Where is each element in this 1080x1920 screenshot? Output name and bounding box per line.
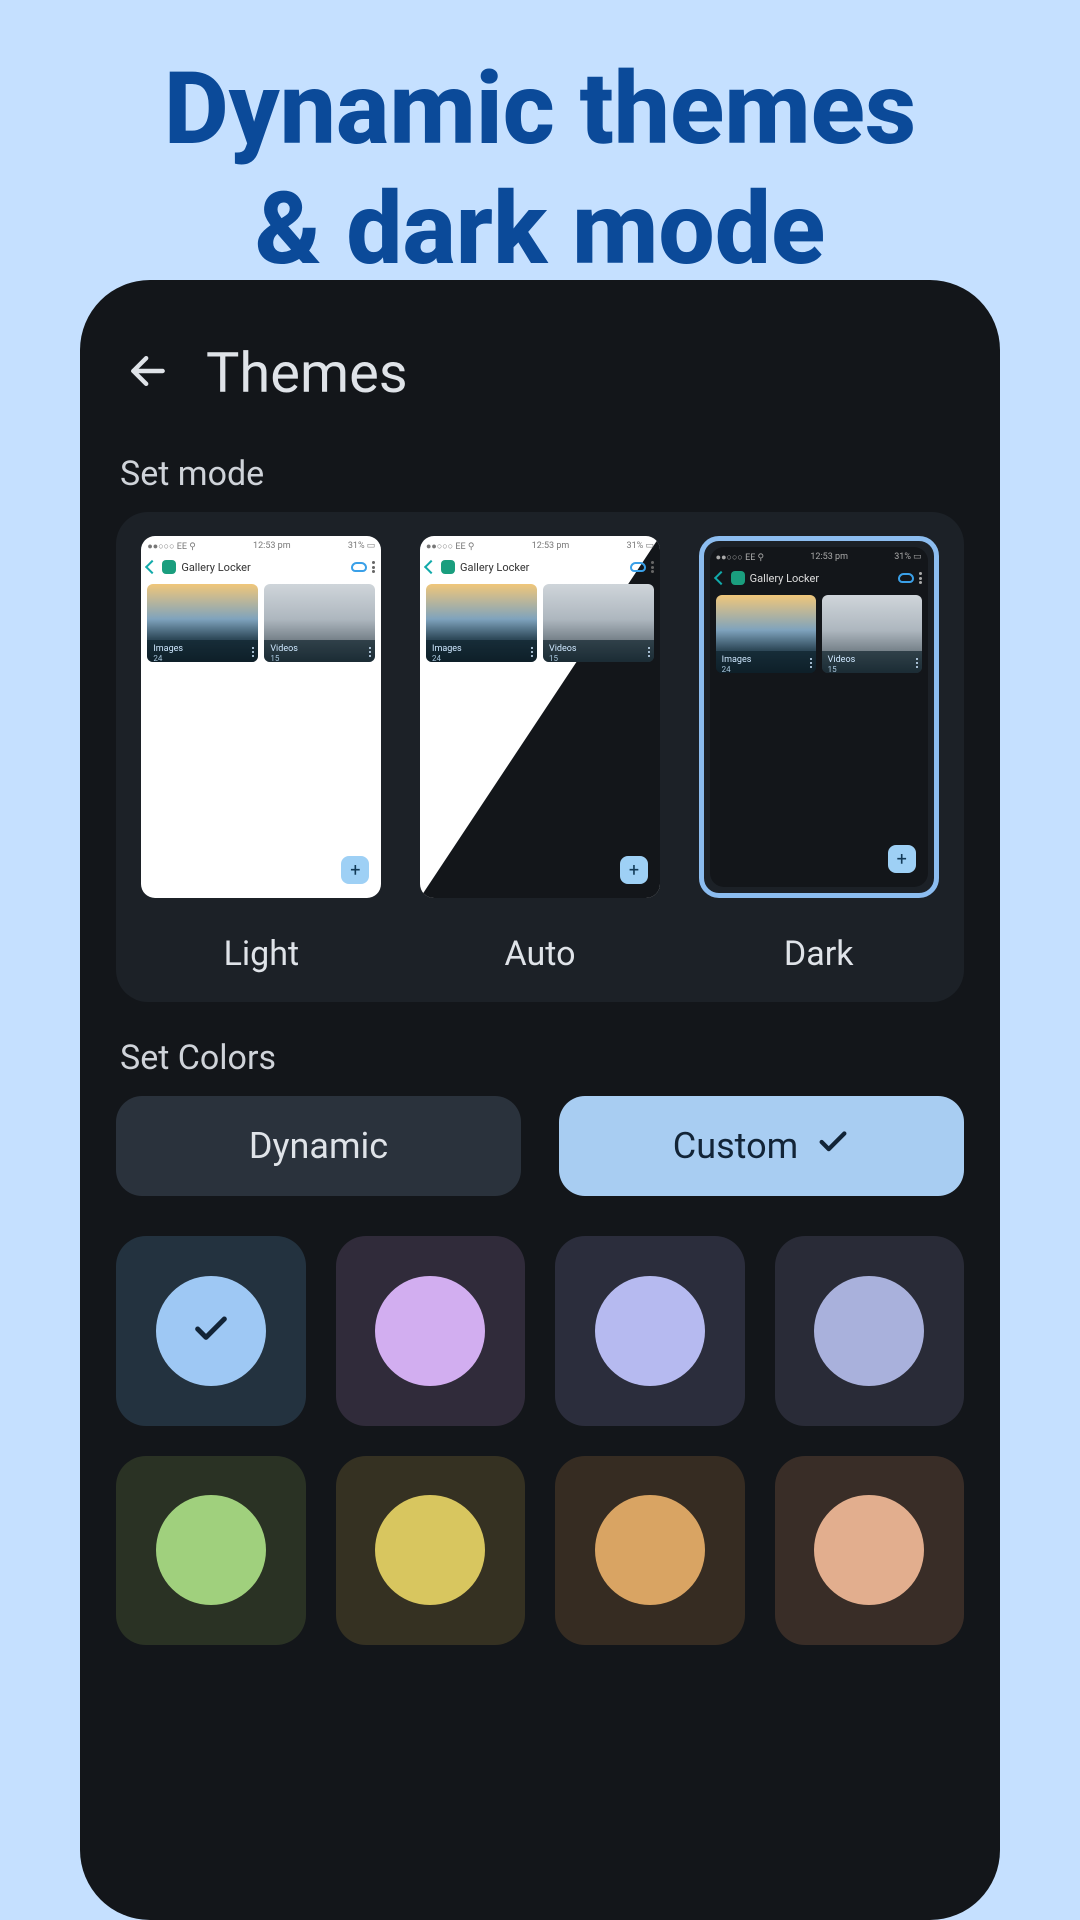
- preview-header: Gallery Locker: [710, 565, 928, 591]
- color-dot-icon: [156, 1495, 266, 1605]
- preview-fab-add-icon: +: [888, 845, 916, 873]
- mode-option-light[interactable]: ●●○○○ EE ⚲ 12:53 pm 31% ▭ Gallery Locker: [134, 536, 389, 974]
- preview-more-icon: [372, 561, 375, 573]
- color-swatch-3[interactable]: [775, 1236, 965, 1426]
- preview-app-title: Gallery Locker: [460, 561, 625, 574]
- color-mode-segmented: Dynamic Custom: [116, 1096, 964, 1196]
- mode-options-row: ●●○○○ EE ⚲ 12:53 pm 31% ▭ Gallery Locker: [134, 536, 946, 974]
- mode-preview-dark: ●●○○○ EE ⚲ 12:53 pm 31% ▭ Gallery Locker: [699, 536, 939, 898]
- mode-option-dark[interactable]: ●●○○○ EE ⚲ 12:53 pm 31% ▭ Gallery Locker: [691, 536, 946, 974]
- preview-tile-videos: Videos 15: [543, 584, 654, 662]
- color-swatch-4[interactable]: [116, 1456, 306, 1646]
- color-swatch-0[interactable]: [116, 1236, 306, 1426]
- preview-cloud-icon: [630, 562, 646, 572]
- promo-line1: Dynamic themes: [0, 50, 1080, 170]
- preview-cloud-icon: [351, 562, 367, 572]
- preview-app-logo-icon: [162, 560, 176, 574]
- check-icon: [191, 1309, 231, 1353]
- mode-label-light: Light: [224, 934, 300, 974]
- mode-label-auto: Auto: [505, 934, 576, 974]
- color-swatch-2[interactable]: [555, 1236, 745, 1426]
- preview-more-icon: [919, 572, 922, 584]
- promo-headline: Dynamic themes & dark mode: [0, 0, 1080, 290]
- preview-app-logo-icon: [731, 571, 745, 585]
- preview-app-title: Gallery Locker: [750, 572, 893, 585]
- preview-app-title: Gallery Locker: [181, 561, 346, 574]
- preview-tile-videos: Videos 15: [264, 584, 375, 662]
- phone-frame: Themes Set mode ●●○○○ EE ⚲ 12:53 pm 31% …: [80, 280, 1000, 1920]
- color-dot-icon: [814, 1276, 924, 1386]
- color-dot-icon: [595, 1276, 705, 1386]
- color-swatch-6[interactable]: [555, 1456, 745, 1646]
- back-arrow-icon[interactable]: [126, 349, 170, 397]
- preview-back-icon: [714, 571, 728, 585]
- color-swatch-1[interactable]: [336, 1236, 526, 1426]
- color-swatch-7[interactable]: [775, 1456, 965, 1646]
- preview-tile-videos: Videos 15: [822, 595, 922, 673]
- color-swatch-grid: [116, 1236, 964, 1645]
- preview-tile-images: Images 24: [426, 584, 537, 662]
- segment-custom[interactable]: Custom: [559, 1096, 964, 1196]
- preview-header: Gallery Locker: [420, 554, 660, 580]
- mode-card: ●●○○○ EE ⚲ 12:53 pm 31% ▭ Gallery Locker: [116, 512, 964, 1002]
- preview-header: Gallery Locker: [141, 554, 381, 580]
- segment-dynamic[interactable]: Dynamic: [116, 1096, 521, 1196]
- mode-option-auto[interactable]: ●●○○○ EE ⚲ 12:53 pm 31% ▭ Gallery Locker: [413, 536, 668, 974]
- set-mode-label: Set mode: [120, 454, 964, 494]
- color-dot-icon: [814, 1495, 924, 1605]
- preview-app-logo-icon: [441, 560, 455, 574]
- preview-fab-add-icon: +: [341, 856, 369, 884]
- preview-back-icon: [424, 560, 438, 574]
- preview-tile-images: Images 24: [716, 595, 816, 673]
- page-title: Themes: [206, 340, 408, 406]
- preview-tile-images: Images 24: [147, 584, 258, 662]
- check-icon: [816, 1125, 850, 1168]
- set-colors-label: Set Colors: [120, 1038, 964, 1078]
- mode-preview-light: ●●○○○ EE ⚲ 12:53 pm 31% ▭ Gallery Locker: [141, 536, 381, 898]
- preview-status-bar: ●●○○○ EE ⚲ 12:53 pm 31% ▭: [420, 536, 660, 554]
- mode-label-dark: Dark: [784, 934, 854, 974]
- app-bar: Themes: [116, 320, 964, 436]
- color-dot-icon: [595, 1495, 705, 1605]
- color-dot-icon: [375, 1495, 485, 1605]
- color-swatch-5[interactable]: [336, 1456, 526, 1646]
- segment-custom-label: Custom: [673, 1125, 798, 1167]
- mode-preview-auto: ●●○○○ EE ⚲ 12:53 pm 31% ▭ Gallery Locker: [420, 536, 660, 898]
- promo-line2: & dark mode: [0, 170, 1080, 290]
- preview-more-icon: [651, 561, 654, 573]
- color-dot-icon: [375, 1276, 485, 1386]
- preview-status-bar: ●●○○○ EE ⚲ 12:53 pm 31% ▭: [710, 547, 928, 565]
- preview-fab-add-icon: +: [620, 856, 648, 884]
- preview-status-bar: ●●○○○ EE ⚲ 12:53 pm 31% ▭: [141, 536, 381, 554]
- segment-dynamic-label: Dynamic: [249, 1125, 388, 1167]
- preview-cloud-icon: [898, 573, 914, 583]
- preview-back-icon: [145, 560, 159, 574]
